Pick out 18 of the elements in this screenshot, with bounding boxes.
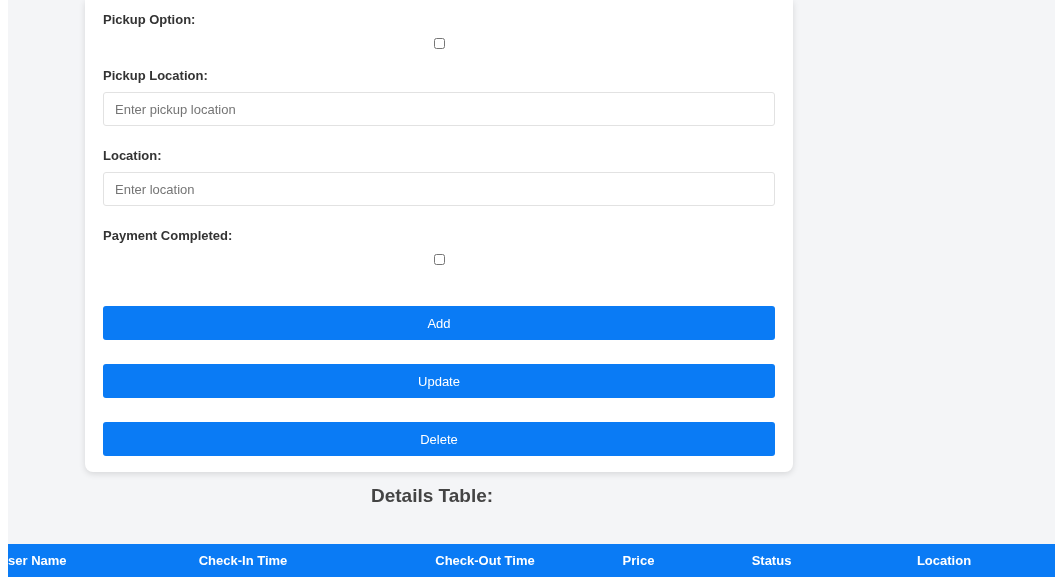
column-header: Status <box>750 553 793 568</box>
field-label: Pickup Option: <box>103 12 197 28</box>
action-button[interactable]: Delete <box>103 422 775 456</box>
column-header: Price <box>621 553 656 568</box>
column-header: Check-In Time <box>197 553 289 568</box>
table-title: Details Table: <box>371 485 494 507</box>
action-button[interactable]: Update <box>103 364 775 398</box>
field-label: Location: <box>103 148 163 164</box>
column-header: Check-Out Time <box>434 553 536 568</box>
field-label: Pickup Location: <box>103 68 209 84</box>
input-field[interactable]: Enter location <box>103 172 775 206</box>
checkbox[interactable] <box>433 254 445 265</box>
column-header: Location <box>915 553 973 568</box>
field-label: Payment Completed: <box>103 228 234 244</box>
action-button[interactable]: Add <box>103 306 775 340</box>
column-header: ser Name <box>8 553 68 568</box>
input-field[interactable]: Enter pickup location <box>103 92 775 126</box>
checkbox[interactable] <box>433 38 445 49</box>
